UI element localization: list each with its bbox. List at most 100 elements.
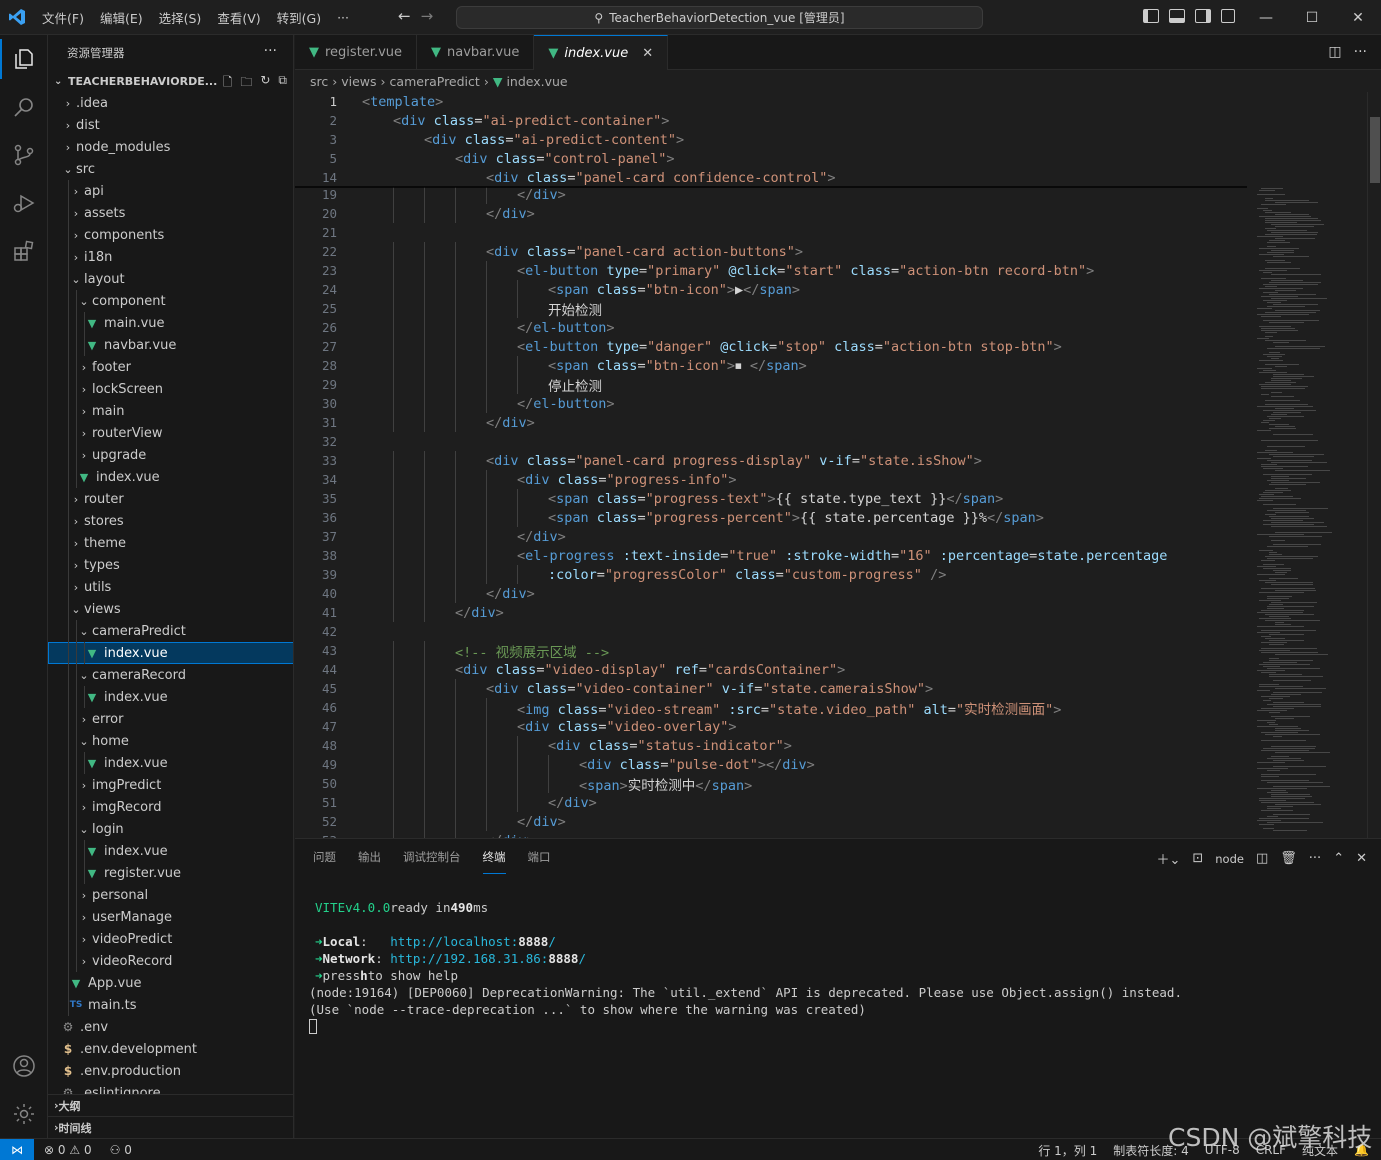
folder-item[interactable]: › error [48,708,293,730]
folder-item[interactable]: › i18n [48,246,293,268]
menu-item[interactable]: 转到(G) [269,8,329,27]
file-item[interactable]: ▼ index.vue [48,642,293,664]
explorer-icon[interactable] [0,35,48,83]
editor-tab[interactable]: ▼ index.vue ✕ [534,35,669,70]
project-header[interactable]: ⌄ TEACHERBEHAVIORDE... 🗋 🗀 ↻ ⧉ [48,70,293,92]
file-item[interactable]: ▼ main.vue [48,312,293,334]
folder-item[interactable]: ⌄ src [48,158,293,180]
folder-item[interactable]: › upgrade [48,444,293,466]
menu-item[interactable]: 选择(S) [151,8,210,27]
forward-arrow-icon[interactable]: → [421,7,434,25]
folder-item[interactable]: › .idea [48,92,293,114]
trash-icon[interactable]: 🗑 [1280,851,1297,866]
folder-item[interactable]: › types [48,554,293,576]
local-port[interactable]: 8888 [518,934,548,949]
minimap[interactable] [1253,92,1367,838]
folder-item[interactable]: › imgRecord [48,796,293,818]
new-folder-icon[interactable]: 🗀 [240,73,252,94]
more-actions-icon[interactable]: ··· [264,43,277,59]
folder-item[interactable]: › routerView [48,422,293,444]
network-port[interactable]: 8888 [548,951,578,966]
terminal-output[interactable]: VITE v4.0.0 ready in 490 ms ➜ Local: htt… [309,899,1182,1035]
file-item[interactable]: $ .env.development [48,1038,293,1060]
extensions-icon[interactable] [0,227,48,275]
file-item[interactable]: ▼ navbar.vue [48,334,293,356]
file-item[interactable]: TS main.ts [48,994,293,1016]
code-editor[interactable]: 1 <template> 2 <div class="ai-predict-conta… [295,92,1367,838]
file-item[interactable]: ▼ App.vue [48,972,293,994]
folder-item[interactable]: › videoPredict [48,928,293,950]
ports-status[interactable]: ⚇ 0 [110,1143,132,1157]
scrollbar-thumb[interactable] [1370,117,1380,183]
folder-item[interactable]: › theme [48,532,293,554]
command-center[interactable]: ⚲ TeacherBehaviorDetection_vue [管理员] [456,6,983,29]
folder-item[interactable]: › node_modules [48,136,293,158]
back-arrow-icon[interactable]: ← [398,7,411,25]
toggle-secondary-sidebar-icon[interactable] [1195,9,1211,23]
maximize-panel-icon[interactable]: ⌃ [1333,851,1344,866]
panel-tab[interactable]: 调试控制台 [403,841,461,873]
problems-status[interactable]: ⊗ 0 ⚠ 0 [44,1143,92,1157]
outline-section[interactable]: › 大纲 [48,1094,293,1116]
folder-item[interactable]: › utils [48,576,293,598]
maximize-icon[interactable]: ☐ [1289,0,1335,35]
minimize-icon[interactable]: — [1243,0,1289,35]
file-item[interactable]: ▼ register.vue [48,862,293,884]
more-actions-icon[interactable]: ··· [1309,851,1321,866]
panel-tab[interactable]: 问题 [313,841,336,873]
editor-scrollbar[interactable] [1367,92,1381,838]
collapse-all-icon[interactable]: ⧉ [278,73,287,94]
file-item[interactable]: ▼ index.vue [48,840,293,862]
file-item[interactable]: ▼ index.vue [48,686,293,708]
folder-item[interactable]: › lockScreen [48,378,293,400]
folder-item[interactable]: › stores [48,510,293,532]
breadcrumb-item[interactable]: src [310,74,328,89]
menu-item[interactable]: 文件(F) [34,8,92,27]
folder-item[interactable]: › footer [48,356,293,378]
file-item[interactable]: ▼ index.vue [48,466,293,488]
folder-item[interactable]: ⌄ component [48,290,293,312]
folder-item[interactable]: › router [48,488,293,510]
folder-item[interactable]: ⌄ login [48,818,293,840]
cursor-position[interactable]: 行 1，列 1 [1038,1142,1097,1159]
folder-item[interactable]: › api [48,180,293,202]
breadcrumb-item[interactable]: views [341,74,376,89]
toggle-sidebar-icon[interactable] [1143,9,1159,23]
panel-tab[interactable]: 端口 [528,841,551,873]
panel-tab[interactable]: 输出 [358,841,381,873]
more-actions-icon[interactable]: ··· [1354,44,1367,60]
split-editor-icon[interactable]: ◫ [1328,44,1341,60]
folder-item[interactable]: › assets [48,202,293,224]
toggle-panel-icon[interactable] [1169,9,1185,23]
run-debug-icon[interactable] [0,179,48,227]
timeline-section[interactable]: › 时间线 [48,1116,293,1138]
folder-item[interactable]: › dist [48,114,293,136]
editor-tab[interactable]: ▼ register.vue [295,35,418,70]
customize-layout-icon[interactable] [1221,9,1235,23]
folder-item[interactable]: ⌄ views [48,598,293,620]
folder-item[interactable]: ⌄ layout [48,268,293,290]
breadcrumb-item[interactable]: cameraPredict [390,74,480,89]
folder-item[interactable]: ⌄ cameraPredict [48,620,293,642]
close-icon[interactable]: ✕ [1335,0,1381,35]
folder-item[interactable]: › imgPredict [48,774,293,796]
menu-item[interactable]: ··· [329,10,357,25]
folder-item[interactable]: › videoRecord [48,950,293,972]
account-icon[interactable] [0,1042,48,1090]
source-control-icon[interactable] [0,131,48,179]
folder-item[interactable]: › personal [48,884,293,906]
file-item[interactable]: ▼ index.vue [48,752,293,774]
remote-icon[interactable]: ⋈ [0,1138,34,1160]
split-terminal-icon[interactable]: ◫ [1256,851,1268,866]
new-terminal-icon[interactable]: ＋⌄ [1156,849,1180,868]
close-tab-icon[interactable]: ✕ [642,46,653,61]
settings-gear-icon[interactable] [0,1090,48,1138]
refresh-icon[interactable]: ↻ [260,73,270,94]
folder-item[interactable]: › userManage [48,906,293,928]
menu-item[interactable]: 查看(V) [209,8,268,27]
panel-tab[interactable]: 终端 [482,841,506,874]
search-icon[interactable] [0,83,48,131]
folder-item[interactable]: ⌄ home [48,730,293,752]
new-file-icon[interactable]: 🗋 [223,73,233,94]
folder-item[interactable]: ⌄ cameraRecord [48,664,293,686]
